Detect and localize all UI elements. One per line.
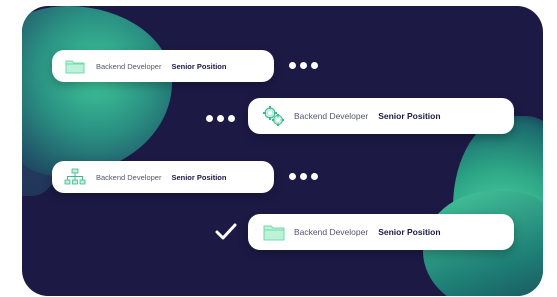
job-card[interactable]: Backend Developer Senior Position — [52, 50, 274, 82]
decorative-blob — [22, 6, 172, 176]
job-title: Backend Developer — [294, 111, 369, 121]
dots-icon — [206, 115, 235, 122]
job-title: Backend Developer — [294, 227, 369, 237]
job-level: Senior Position — [171, 172, 227, 182]
gears-icon — [262, 105, 286, 127]
job-card[interactable]: Backend Developer Senior Position — [248, 98, 514, 134]
dots-icon — [289, 62, 318, 69]
org-chart-icon — [64, 168, 86, 186]
folder-icon — [64, 57, 86, 75]
job-card[interactable]: Backend Developer Senior Position — [248, 214, 514, 250]
job-title: Backend Developer — [96, 61, 162, 71]
job-level: Senior Position — [378, 111, 441, 121]
job-card[interactable]: Backend Developer Senior Position — [52, 161, 274, 193]
folder-icon — [262, 221, 286, 243]
dots-icon — [289, 173, 318, 180]
checkmark-icon — [215, 223, 237, 246]
job-level: Senior Position — [171, 61, 227, 71]
job-level: Senior Position — [378, 227, 441, 237]
job-title: Backend Developer — [96, 172, 162, 182]
